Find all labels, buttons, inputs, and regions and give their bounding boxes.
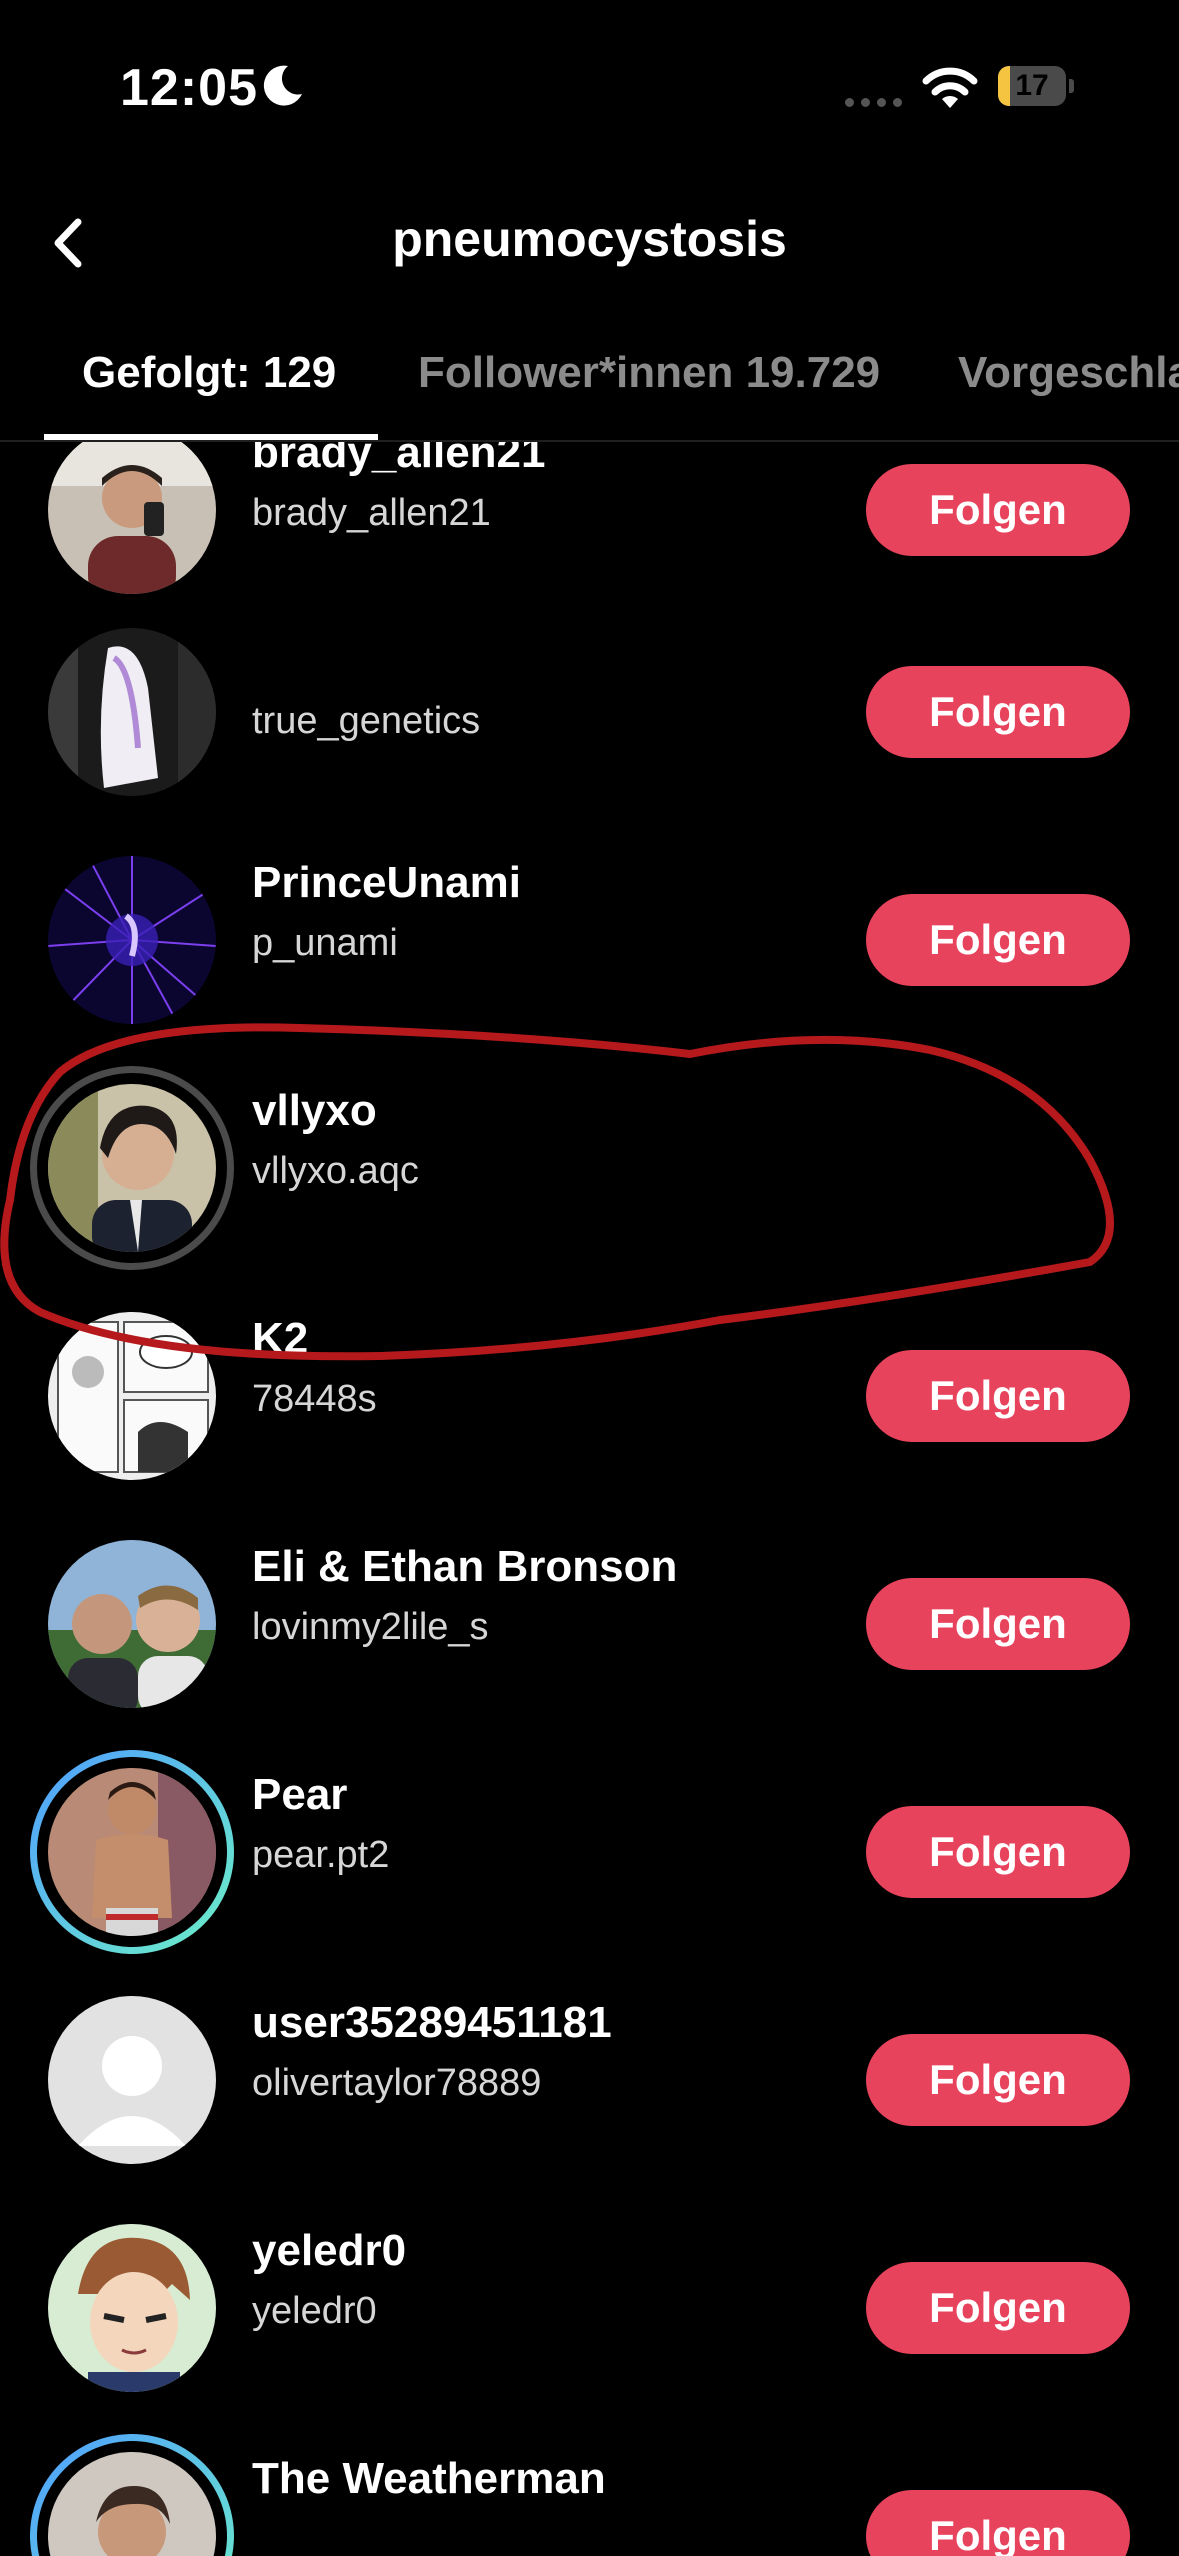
user-handle: yeledr0 (252, 2290, 377, 2332)
tab-active-indicator (44, 434, 378, 440)
default-avatar-icon (48, 1996, 216, 2164)
following-list: brady_allen21 brady_allen21 Folgen true_… (0, 442, 1179, 2556)
tab-followers[interactable]: Follower*innen 19.729 (418, 348, 880, 398)
user-handle: 78448s (252, 1378, 377, 1420)
user-name: vllyxo (252, 1086, 377, 1135)
page-title: pneumocystosis (392, 211, 787, 267)
list-item[interactable]: true_genetics Folgen (0, 620, 1179, 848)
user-handle: vllyxo.aqc (252, 1150, 419, 1192)
list-item[interactable]: Eli & Ethan Bronson lovinmy2lile_s Folge… (0, 1532, 1179, 1760)
follow-button[interactable]: Folgen (866, 464, 1130, 556)
user-name: K2 (252, 1314, 309, 1363)
tab-suggested[interactable]: Vorgeschla (958, 348, 1179, 398)
list-item[interactable]: Pear pear.pt2 Folgen (0, 1757, 1179, 1988)
battery-icon: 17 (998, 66, 1076, 106)
list-item[interactable]: brady_allen21 brady_allen21 Folgen (0, 442, 1179, 620)
follow-button[interactable]: Folgen (866, 1806, 1130, 1898)
list-item[interactable]: user35289451181 olivertaylor78889 Folgen (0, 1988, 1179, 2216)
follow-button[interactable]: Folgen (866, 1350, 1130, 1442)
avatar[interactable] (48, 1084, 216, 1252)
user-handle: brady_allen21 (252, 492, 491, 534)
avatar[interactable] (48, 1768, 216, 1936)
user-handle: true_genetics (252, 700, 481, 742)
avatar[interactable] (48, 1540, 216, 1708)
user-handle: lovinmy2lile_s (252, 1606, 489, 1648)
list-item[interactable]: The Weatherman Folgen (0, 2441, 1179, 2556)
follow-button[interactable]: Folgen (866, 2262, 1130, 2354)
tab-bar: Gefolgt: 129 Follower*innen 19.729 Vorge… (0, 340, 1179, 442)
avatar[interactable] (48, 1996, 216, 2164)
follow-button[interactable]: Folgen (866, 894, 1130, 986)
battery-level: 17 (1015, 69, 1049, 102)
user-name: Pear (252, 1770, 348, 1819)
user-handle: p_unami (252, 922, 398, 964)
moon-icon (263, 65, 302, 106)
list-item[interactable]: vllyxo vllyxo.aqc (0, 1066, 1179, 1304)
user-name: yeledr0 (252, 2226, 407, 2275)
user-name: brady_allen21 (252, 442, 546, 477)
avatar[interactable] (48, 856, 216, 1024)
follow-button[interactable]: Folgen (866, 666, 1130, 758)
wifi-icon (922, 67, 978, 108)
status-bar: 12:05 17 (0, 0, 1179, 180)
user-name: The Weatherman (252, 2454, 606, 2503)
user-name: PrinceUnami (252, 858, 521, 907)
follow-button[interactable]: Folgen (866, 2490, 1130, 2556)
avatar[interactable] (48, 628, 216, 796)
avatar[interactable] (48, 442, 216, 594)
list-item[interactable]: yeledr0 yeledr0 Folgen (0, 2216, 1179, 2444)
avatar[interactable] (48, 2224, 216, 2392)
list-item[interactable]: K2 78448s Folgen (0, 1304, 1179, 1532)
user-name: user35289451181 (252, 1998, 612, 2047)
user-handle: olivertaylor78889 (252, 2062, 542, 2104)
avatar[interactable] (48, 1312, 216, 1480)
follow-button[interactable]: Folgen (866, 1578, 1130, 1670)
list-item[interactable]: PrinceUnami p_unami Folgen (0, 848, 1179, 1076)
user-handle: pear.pt2 (252, 1834, 390, 1876)
status-time: 12:05 (120, 59, 258, 117)
user-name: Eli & Ethan Bronson (252, 1542, 678, 1591)
follow-button[interactable]: Folgen (866, 2034, 1130, 2126)
tab-following[interactable]: Gefolgt: 129 (82, 348, 336, 398)
signal-dots-icon (845, 94, 909, 112)
